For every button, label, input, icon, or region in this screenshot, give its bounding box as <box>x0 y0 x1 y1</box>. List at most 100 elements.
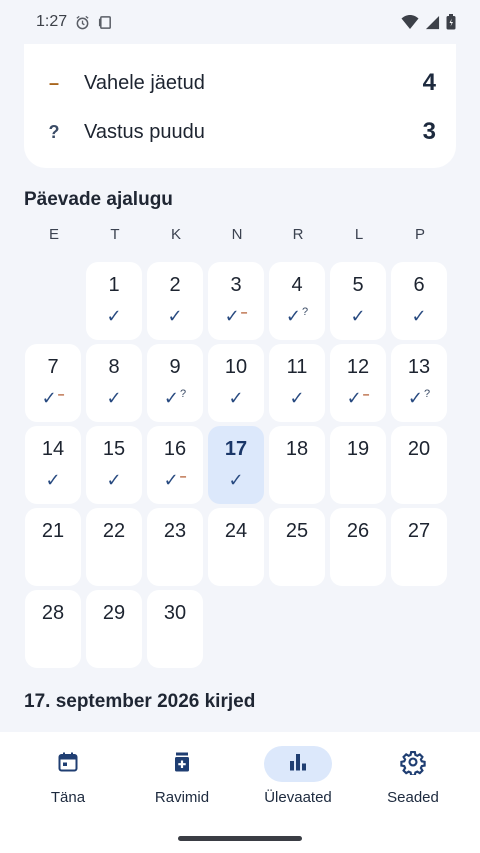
nav-pill-active <box>264 746 332 782</box>
summary-row-missing: ? Vastus puudu 3 <box>24 108 456 156</box>
weekday-label: T <box>110 226 120 243</box>
day-number: 14 <box>41 438 65 460</box>
day-number: 6 <box>413 274 425 296</box>
check-icon: ✓ <box>289 388 305 408</box>
weekday-header: ETKNRLP <box>24 226 456 246</box>
check-icon: ✓ <box>45 470 61 490</box>
calendar-day[interactable]: 15 ✓ <box>86 426 142 504</box>
calendar-day[interactable]: 14 ✓ <box>25 426 81 504</box>
nav-item-medications[interactable]: Ravimid <box>122 732 242 832</box>
nav-item-settings[interactable]: Seaded <box>353 732 473 832</box>
calendar-day[interactable]: 30 <box>147 590 203 668</box>
check-icon: ✓ <box>167 306 183 326</box>
calendar-day[interactable]: 11 ✓ <box>269 344 325 422</box>
calendar-day[interactable]: 26 <box>330 508 386 586</box>
calendar-day[interactable]: 24 <box>208 508 264 586</box>
check-icon: ✓ <box>106 470 122 490</box>
calendar-day[interactable]: 8 ✓ <box>86 344 142 422</box>
check-icon: ✓ <box>163 470 179 490</box>
missing-icon: ? <box>423 388 431 400</box>
day-status-marks: ✓? <box>391 388 447 408</box>
day-number: 16 <box>163 438 187 460</box>
nav-pill <box>379 746 447 782</box>
day-number: 4 <box>291 274 303 296</box>
day-number: 19 <box>346 438 370 460</box>
weekday-label: E <box>48 226 59 243</box>
calendar-day[interactable]: 12 ✓ – <box>330 344 386 422</box>
calendar-day[interactable]: 21 <box>25 508 81 586</box>
day-status-marks: ✓ – <box>25 388 81 408</box>
calendar-day[interactable]: 18 <box>269 426 325 504</box>
battery-icon <box>446 14 456 30</box>
calendar-day[interactable]: 4 ✓? <box>269 262 325 340</box>
nav-label: Ravimid <box>154 789 210 806</box>
day-number: 2 <box>169 274 181 296</box>
nav-item-today[interactable]: Täna <box>8 732 128 832</box>
calendar-day[interactable]: 13 ✓? <box>391 344 447 422</box>
nav-label: Ülevaated <box>264 789 332 806</box>
calendar-day[interactable]: 20 <box>391 426 447 504</box>
calendar-day[interactable]: 9 ✓? <box>147 344 203 422</box>
day-status-marks: ✓? <box>147 388 203 408</box>
history-title: Päevade ajalugu <box>24 189 173 210</box>
calendar-day[interactable]: 10 ✓ <box>208 344 264 422</box>
check-icon: ✓ <box>346 388 362 408</box>
calendar-day[interactable]: 1 ✓ <box>86 262 142 340</box>
entries-title: 17. september 2026 kirjed <box>24 691 256 712</box>
day-number: 29 <box>102 602 126 624</box>
day-number: 3 <box>230 274 242 296</box>
missing-mark-icon: ? <box>48 121 60 142</box>
calendar-day[interactable]: 23 <box>147 508 203 586</box>
home-indicator[interactable] <box>178 836 302 841</box>
day-status-marks: ✓ <box>86 470 142 490</box>
nav-pill <box>148 746 216 782</box>
calendar-day[interactable]: 7 ✓ – <box>25 344 81 422</box>
check-icon: ✓ <box>41 388 57 408</box>
day-status-marks: ✓ <box>269 388 325 408</box>
calendar-day[interactable]: 29 <box>86 590 142 668</box>
summary-label: Vahele jäetud <box>84 71 205 94</box>
missing-icon: ? <box>301 306 309 318</box>
calendar-day[interactable]: 19 <box>330 426 386 504</box>
nav-item-overview[interactable]: Ülevaated <box>238 732 358 832</box>
day-number: 11 <box>286 356 308 378</box>
summary-card: – Vahele jäetud 4 ? Vastus puudu 3 <box>24 44 456 168</box>
cellular-signal-icon <box>425 15 440 30</box>
calendar-day[interactable]: 27 <box>391 508 447 586</box>
day-number: 21 <box>41 520 65 542</box>
day-status-marks: ✓ – <box>330 388 386 408</box>
day-status-marks: ✓ <box>86 306 142 326</box>
calendar-day[interactable]: 2 ✓ <box>147 262 203 340</box>
calendar-day[interactable]: 3 ✓ – <box>208 262 264 340</box>
bar-chart-icon <box>286 750 310 779</box>
calendar-day[interactable]: 6 ✓ <box>391 262 447 340</box>
day-status-marks: ✓ <box>391 306 447 326</box>
check-icon: ✓ <box>228 470 244 490</box>
day-number: 5 <box>352 274 364 296</box>
calendar-day[interactable]: 28 <box>25 590 81 668</box>
day-number: 24 <box>224 520 248 542</box>
day-number: 9 <box>169 356 181 378</box>
weekday-label: K <box>170 226 181 243</box>
calendar-day[interactable]: 25 <box>269 508 325 586</box>
calendar-day[interactable]: 17 ✓ <box>208 426 264 504</box>
day-number: 26 <box>346 520 370 542</box>
calendar-day[interactable]: 5 ✓ <box>330 262 386 340</box>
day-status-marks: ✓ <box>147 306 203 326</box>
nav-label: Seaded <box>387 789 439 806</box>
medication-icon <box>170 750 194 779</box>
day-status-marks: ✓ – <box>147 470 203 490</box>
day-status-marks: ✓ <box>208 388 264 408</box>
check-icon: ✓ <box>228 388 244 408</box>
day-number: 18 <box>285 438 309 460</box>
day-status-marks: ✓ <box>86 388 142 408</box>
day-status-marks: ✓ <box>25 470 81 490</box>
status-time: 1:27 <box>36 13 68 30</box>
weekday-label: P <box>414 226 425 243</box>
calendar-day[interactable]: 16 ✓ – <box>147 426 203 504</box>
calendar-day[interactable]: 22 <box>86 508 142 586</box>
day-status-marks: ✓ <box>208 470 264 490</box>
nav-pill <box>34 746 102 782</box>
check-icon: ✓ <box>163 388 179 408</box>
day-number: 17 <box>224 438 248 460</box>
